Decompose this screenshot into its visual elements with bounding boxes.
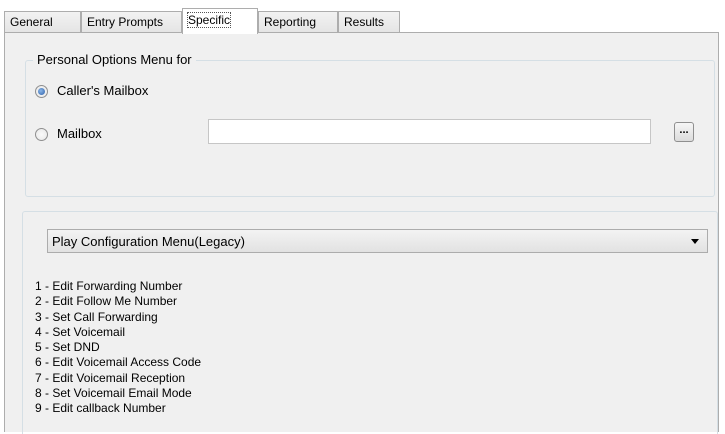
browse-mailbox-button[interactable]: ... <box>674 122 694 142</box>
chevron-down-icon <box>691 239 699 244</box>
list-item: 3 - Set Call Forwarding <box>35 309 158 324</box>
tab-specific[interactable]: Specific <box>182 8 258 34</box>
tab-reporting-label: Reporting <box>264 15 317 29</box>
tab-general[interactable]: General <box>4 11 81 33</box>
tab-reporting[interactable]: Reporting <box>258 11 338 33</box>
personal-options-legend: Personal Options Menu for <box>33 52 196 67</box>
list-item: 7 - Edit Voicemail Reception <box>35 370 186 385</box>
mailbox-label[interactable]: Mailbox <box>57 126 102 141</box>
menu-configuration-group: Play Configuration Menu(Legacy) 1 - Edit… <box>22 211 718 434</box>
menu-type-selected: Play Configuration Menu(Legacy) <box>52 234 245 249</box>
list-item: 4 - Set Voicemail <box>35 324 126 339</box>
tab-results-label: Results <box>344 15 385 29</box>
tab-entry-prompts[interactable]: Entry Prompts <box>81 11 182 33</box>
list-item: 5 - Set DND <box>35 340 100 355</box>
list-item: 9 - Edit callback Number <box>35 401 166 416</box>
callers-mailbox-label[interactable]: Caller's Mailbox <box>57 83 148 98</box>
menu-type-dropdown[interactable]: Play Configuration Menu(Legacy) <box>47 229 708 253</box>
mailbox-radio[interactable] <box>35 128 48 141</box>
tab-entry-prompts-label: Entry Prompts <box>87 15 164 29</box>
tab-general-label: General <box>10 15 53 29</box>
callers-mailbox-radio[interactable] <box>35 85 48 98</box>
list-item: 1 - Edit Forwarding Number <box>35 279 183 293</box>
list-item: 6 - Edit Voicemail Access Code <box>35 355 202 370</box>
tab-results[interactable]: Results <box>338 11 400 33</box>
list-item: 8 - Set Voicemail Email Mode <box>35 386 192 401</box>
tab-content-panel: Personal Options Menu for Caller's Mailb… <box>4 32 719 434</box>
mailbox-input[interactable] <box>208 119 651 144</box>
tab-specific-label: Specific <box>186 12 232 28</box>
list-item: 2 - Edit Follow Me Number <box>35 294 178 309</box>
personal-options-group: Personal Options Menu for Caller's Mailb… <box>25 52 715 197</box>
menu-options-list: 1 - Edit Forwarding Number 2 - Edit Foll… <box>35 279 201 417</box>
